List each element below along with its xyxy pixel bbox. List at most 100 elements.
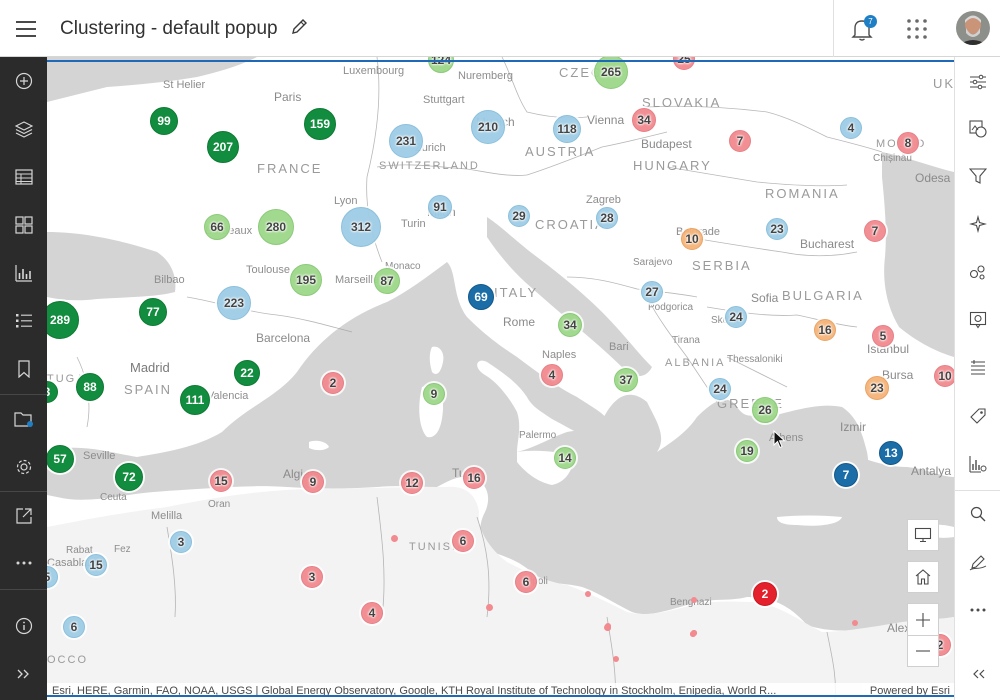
feature-point[interactable] bbox=[585, 591, 591, 597]
tables-button[interactable] bbox=[0, 157, 47, 197]
cluster-marker[interactable]: 15 bbox=[85, 554, 107, 576]
menu-button[interactable] bbox=[10, 14, 42, 44]
screenshot-button[interactable] bbox=[907, 519, 939, 551]
cluster-marker[interactable]: 24 bbox=[709, 378, 731, 400]
cluster-marker[interactable]: 69 bbox=[468, 284, 494, 310]
edit-title-button[interactable] bbox=[288, 16, 310, 38]
map-view[interactable]: St Helier Paris Luxembourg Nuremberg CZE… bbox=[47, 57, 954, 700]
cluster-marker[interactable]: 15 bbox=[210, 470, 232, 492]
cluster-marker[interactable]: 4 bbox=[840, 117, 862, 139]
feature-point[interactable] bbox=[690, 631, 696, 637]
styles-button[interactable] bbox=[955, 110, 1000, 148]
cluster-marker[interactable]: 7 bbox=[834, 463, 858, 487]
cluster-marker[interactable]: 118 bbox=[553, 115, 581, 143]
cluster-marker[interactable]: 7 bbox=[729, 130, 751, 152]
zoom-out-button[interactable] bbox=[907, 635, 939, 667]
cluster-marker[interactable]: 8 bbox=[897, 132, 919, 154]
cluster-marker[interactable]: 19 bbox=[736, 440, 758, 462]
cluster-marker[interactable]: 34 bbox=[558, 313, 582, 337]
cluster-marker[interactable]: 10 bbox=[934, 365, 954, 387]
expand-toolbar-button[interactable] bbox=[0, 654, 47, 694]
aggregation-button[interactable] bbox=[955, 253, 1000, 291]
zoom-in-button[interactable] bbox=[907, 603, 939, 635]
cluster-marker[interactable]: 2 bbox=[322, 372, 344, 394]
feature-point[interactable] bbox=[613, 656, 619, 662]
cluster-marker[interactable]: 10 bbox=[681, 228, 703, 250]
cluster-marker[interactable]: 9 bbox=[302, 471, 324, 493]
cluster-marker[interactable]: 13 bbox=[879, 441, 903, 465]
properties-button[interactable] bbox=[955, 63, 1000, 101]
cluster-marker[interactable]: 6 bbox=[515, 571, 537, 593]
home-button[interactable] bbox=[907, 561, 939, 593]
cluster-marker[interactable]: 16 bbox=[814, 319, 836, 341]
cluster-marker[interactable]: 4 bbox=[361, 602, 383, 624]
cluster-marker[interactable]: 72 bbox=[115, 463, 143, 491]
cluster-marker[interactable]: 5 bbox=[872, 325, 894, 347]
share-button[interactable] bbox=[0, 496, 47, 536]
add-layer-button[interactable] bbox=[0, 61, 47, 101]
bookmarks-button[interactable] bbox=[0, 349, 47, 389]
cluster-marker[interactable]: 9 bbox=[423, 383, 445, 405]
cluster-marker[interactable]: 23 bbox=[766, 218, 788, 240]
cluster-marker[interactable]: 27 bbox=[641, 281, 663, 303]
labels-button[interactable] bbox=[955, 349, 1000, 387]
cluster-marker[interactable]: 88 bbox=[76, 373, 104, 401]
cluster-marker[interactable]: 26 bbox=[752, 397, 778, 423]
notifications-button[interactable]: 7 bbox=[850, 15, 877, 42]
more-settings-button[interactable] bbox=[955, 591, 1000, 629]
cluster-marker[interactable]: 14 bbox=[554, 447, 576, 469]
cluster-marker[interactable]: 77 bbox=[139, 298, 167, 326]
cluster-marker[interactable]: 6 bbox=[452, 530, 474, 552]
cluster-marker[interactable]: 7 bbox=[864, 220, 886, 242]
cluster-marker[interactable]: 280 bbox=[258, 209, 294, 245]
filter-button[interactable] bbox=[955, 157, 1000, 195]
effects-button[interactable] bbox=[955, 205, 1000, 243]
configure-charts-button[interactable] bbox=[955, 445, 1000, 483]
cluster-marker[interactable]: 34 bbox=[632, 108, 656, 132]
cluster-marker[interactable]: 22 bbox=[234, 360, 260, 386]
cluster-marker[interactable]: 4 bbox=[541, 364, 563, 386]
layers-button[interactable] bbox=[0, 109, 47, 149]
cluster-marker[interactable]: 29 bbox=[508, 205, 530, 227]
cluster-marker[interactable]: 16 bbox=[463, 467, 485, 489]
cluster-marker[interactable]: 23 bbox=[865, 376, 889, 400]
cluster-marker[interactable]: 231 bbox=[389, 124, 423, 158]
cluster-marker[interactable]: 91 bbox=[428, 195, 452, 219]
feature-point[interactable] bbox=[391, 535, 398, 542]
map-properties-button[interactable] bbox=[0, 447, 47, 487]
basemap-button[interactable] bbox=[0, 205, 47, 245]
cluster-marker[interactable]: 37 bbox=[614, 368, 638, 392]
feature-point[interactable] bbox=[691, 597, 697, 603]
collapse-toolbar-button[interactable] bbox=[955, 655, 1000, 693]
cluster-marker[interactable]: 99 bbox=[150, 107, 178, 135]
cluster-marker[interactable]: 6 bbox=[63, 616, 85, 638]
pop-ups-button[interactable] bbox=[955, 301, 1000, 339]
save-button[interactable] bbox=[0, 399, 47, 439]
feature-point[interactable] bbox=[486, 604, 493, 611]
info-button[interactable] bbox=[0, 606, 47, 646]
cluster-marker[interactable]: 12 bbox=[401, 472, 423, 494]
feature-point[interactable] bbox=[852, 620, 858, 626]
sketch-button[interactable] bbox=[955, 543, 1000, 581]
more-tools-button[interactable] bbox=[0, 543, 47, 583]
cluster-marker[interactable]: 28 bbox=[596, 207, 618, 229]
cluster-marker[interactable]: 210 bbox=[471, 110, 505, 144]
cluster-marker[interactable]: 57 bbox=[47, 445, 74, 473]
powered-by-esri[interactable]: Powered by Esri bbox=[861, 683, 950, 700]
cluster-marker[interactable]: 312 bbox=[341, 207, 381, 247]
feature-point[interactable] bbox=[605, 625, 611, 631]
cluster-marker[interactable]: 159 bbox=[304, 108, 336, 140]
user-avatar[interactable] bbox=[956, 11, 990, 45]
cluster-marker[interactable]: 195 bbox=[290, 264, 322, 296]
cluster-marker[interactable]: 3 bbox=[301, 566, 323, 588]
charts-button[interactable] bbox=[0, 253, 47, 293]
cluster-marker[interactable]: 2 bbox=[753, 582, 777, 606]
cluster-marker[interactable]: 87 bbox=[374, 268, 400, 294]
cluster-marker[interactable]: 223 bbox=[217, 286, 251, 320]
fields-button[interactable] bbox=[955, 397, 1000, 435]
cluster-marker[interactable]: 66 bbox=[204, 214, 230, 240]
search-button[interactable] bbox=[955, 495, 1000, 533]
cluster-marker[interactable]: 3 bbox=[170, 531, 192, 553]
cluster-marker[interactable]: 24 bbox=[725, 306, 747, 328]
legend-button[interactable] bbox=[0, 301, 47, 341]
